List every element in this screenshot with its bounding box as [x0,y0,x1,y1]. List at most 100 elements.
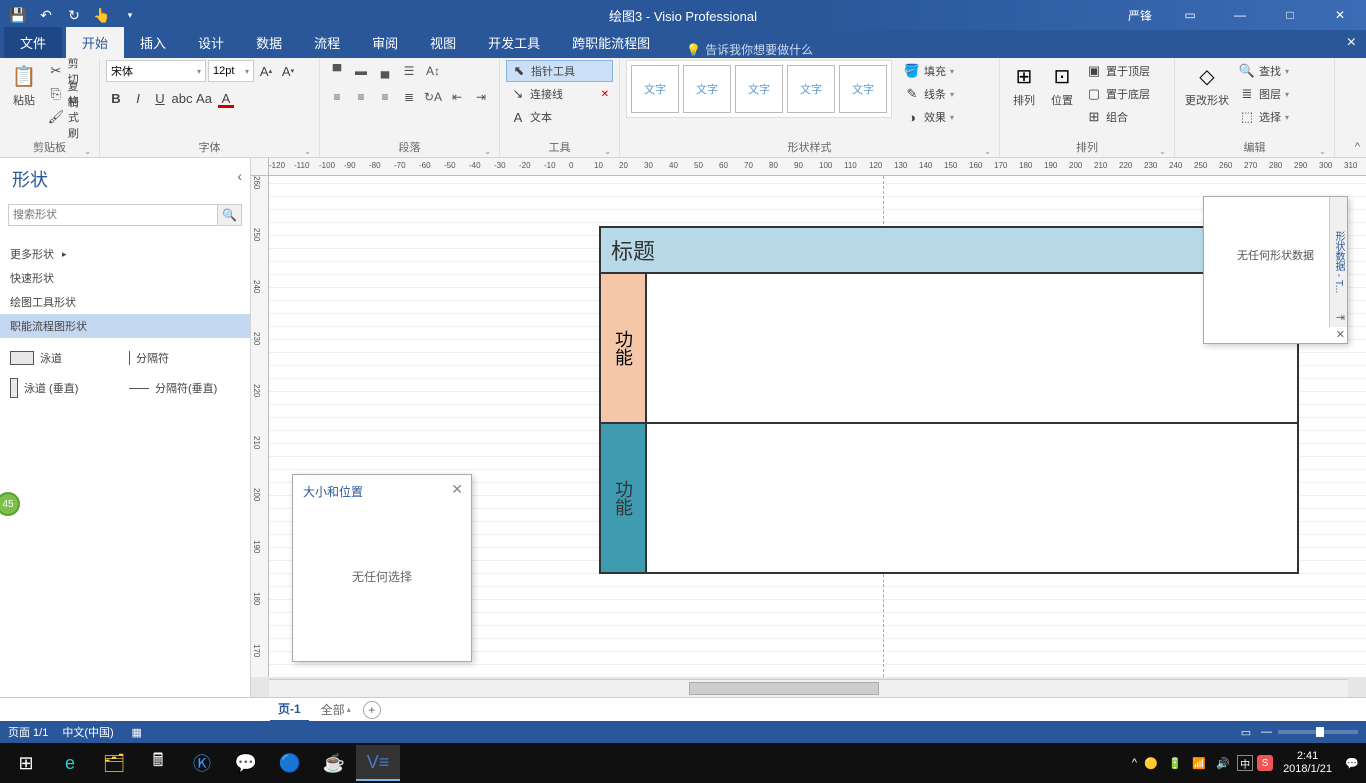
rotate-text-button[interactable]: ↻A [422,86,444,108]
add-page-button[interactable]: + [363,701,381,719]
qat-dropdown-icon[interactable]: ▾ [118,3,142,27]
sogou-icon[interactable]: S [1257,755,1273,771]
quick-shapes-item[interactable]: 快速形状 [0,266,250,290]
align-left-button[interactable]: ≡ [326,86,348,108]
minimize-button[interactable]: — [1220,1,1260,29]
swimlane-body-1[interactable] [647,274,1297,422]
scrollbar-thumb[interactable] [689,682,879,695]
underline-button[interactable]: U [150,88,170,108]
bold-button[interactable]: B [106,88,126,108]
swimlane-v-stencil[interactable]: 泳道 (垂直) [8,376,123,400]
redo-icon[interactable]: ↻ [62,3,86,27]
language-indicator[interactable]: 中文(中国) [62,724,113,740]
touch-mode-icon[interactable]: 👆 [90,3,114,27]
java-icon[interactable]: ☕ [312,745,356,781]
fill-button[interactable]: 🪣填充▾ [900,60,958,82]
network-icon[interactable]: 🔋 [1165,753,1185,773]
shape-data-tab[interactable]: 形状数据 - T... [1329,197,1347,327]
undo-icon[interactable]: ↶ [34,3,58,27]
align-right-button[interactable]: ≡ [374,86,396,108]
more-shapes-item[interactable]: 更多形状▸ [0,242,250,266]
visio-taskbar-icon[interactable]: V≡ [356,745,400,781]
tab-review[interactable]: 审阅 [356,27,414,58]
horizontal-scrollbar[interactable] [269,679,1348,697]
zoom-out-icon[interactable]: — [1261,726,1272,738]
format-painter-button[interactable]: 🖌格式刷 [44,106,93,128]
ribbon-pin-icon[interactable]: ^ [1355,141,1360,153]
tab-home[interactable]: 开始 [66,27,124,58]
find-button[interactable]: 🔍查找▾ [1235,60,1293,82]
swimlane-h-stencil[interactable]: 泳道 [8,348,123,368]
start-button[interactable]: ⊞ [4,745,48,781]
separator-v-stencil[interactable]: 分隔符(垂直) [127,376,242,400]
page-all-button[interactable]: 全部 ▴ [321,701,351,718]
pin-icon[interactable]: ⇥ [1336,311,1345,324]
page-tab-1[interactable]: 页-1 [270,697,309,722]
pointer-tool-button[interactable]: ⬉指针工具 [506,60,613,82]
tab-file[interactable]: 文件 [4,27,62,58]
tab-process[interactable]: 流程 [298,27,356,58]
tell-me-search[interactable]: 💡 告诉我你想要做什么 [686,41,813,58]
case-button[interactable]: Aa [194,88,214,108]
shapes-collapse-icon[interactable]: ‹ [237,168,242,184]
swimlane-title[interactable]: 标题 [599,226,1299,274]
shape-style-gallery[interactable]: 文字 文字 文字 文字 文字 [626,60,892,118]
text-tool-button[interactable]: A文本 [506,106,613,128]
align-justify-button[interactable]: ≣ [398,86,420,108]
align-top-button[interactable]: ▀ [326,60,348,82]
clock[interactable]: 2:41 2018/1/21 [1277,750,1338,776]
align-bottom-button[interactable]: ▄ [374,60,396,82]
send-back-button[interactable]: ▢置于底层 [1082,83,1154,105]
kugou-icon[interactable]: Ⓚ [180,745,224,781]
edge-icon[interactable]: e [48,745,92,781]
indent-left-button[interactable]: ⇤ [446,86,468,108]
connector-tool-button[interactable]: ↘连接线✕ [506,83,613,105]
group-button[interactable]: ⊞组合 [1082,106,1154,128]
line-button[interactable]: ✎线条▾ [900,83,958,105]
strike-button[interactable]: abc [172,88,192,108]
swimlane-lane-2[interactable]: 功能 [601,424,647,572]
calculator-icon[interactable]: 🖩 [136,745,180,781]
align-middle-button[interactable]: ▬ [350,60,372,82]
size-panel-close-button[interactable]: ✕ [451,481,463,498]
tray-app-icon[interactable]: 🟡 [1141,753,1161,773]
tab-cross-functional[interactable]: 跨职能流程图 [556,27,666,58]
swimlane-lane-1[interactable]: 功能 [601,274,647,422]
tab-data[interactable]: 数据 [240,27,298,58]
select-button[interactable]: ⬚选择▾ [1235,106,1293,128]
shape-data-panel[interactable]: 无任何形状数据 形状数据 - T... ⇥ ✕ [1203,196,1348,344]
align-button[interactable]: ⊞排列 [1006,60,1042,110]
user-name[interactable]: 严锋 [1128,7,1152,24]
change-shape-button[interactable]: ◇更改形状 [1181,60,1233,110]
save-icon[interactable]: 💾 [6,3,30,27]
indent-right-button[interactable]: ⇥ [470,86,492,108]
swimlane-body-2[interactable] [647,424,1297,572]
wifi-icon[interactable]: 📶 [1189,753,1209,773]
zoom-slider[interactable] [1278,730,1358,734]
chrome-icon[interactable]: 🔵 [268,745,312,781]
layers-button[interactable]: ≣图层▾ [1235,83,1293,105]
font-name-combo[interactable]: 宋体▾ [106,60,206,82]
font-color-button[interactable]: A [216,88,236,108]
align-center-button[interactable]: ≡ [350,86,372,108]
shape-style-item[interactable]: 文字 [839,65,887,113]
text-direction-button[interactable]: A↕ [422,60,444,82]
file-explorer-icon[interactable]: 🗂 [92,745,136,781]
shapes-search-button[interactable]: 🔍 [218,204,242,226]
effects-button[interactable]: ◑效果▾ [900,106,958,128]
maximize-button[interactable]: □ [1270,1,1310,29]
tab-insert[interactable]: 插入 [124,27,182,58]
shape-style-item[interactable]: 文字 [735,65,783,113]
vertical-ruler[interactable]: 260250240230220210200190180170160 [251,176,269,677]
page-indicator[interactable]: 页面 1/1 [8,724,48,740]
shape-style-item[interactable]: 文字 [787,65,835,113]
cross-functional-shapes-item[interactable]: 职能流程图形状 [0,314,250,338]
tab-design[interactable]: 设计 [182,27,240,58]
tray-expand-icon[interactable]: ^ [1132,757,1137,769]
shapes-search-input[interactable] [8,204,218,226]
drawing-tools-shapes-item[interactable]: 绘图工具形状 [0,290,250,314]
shape-style-item[interactable]: 文字 [683,65,731,113]
italic-button[interactable]: I [128,88,148,108]
ribbon-display-icon[interactable]: ▭ [1170,1,1210,29]
wechat-icon[interactable]: 💬 [224,745,268,781]
